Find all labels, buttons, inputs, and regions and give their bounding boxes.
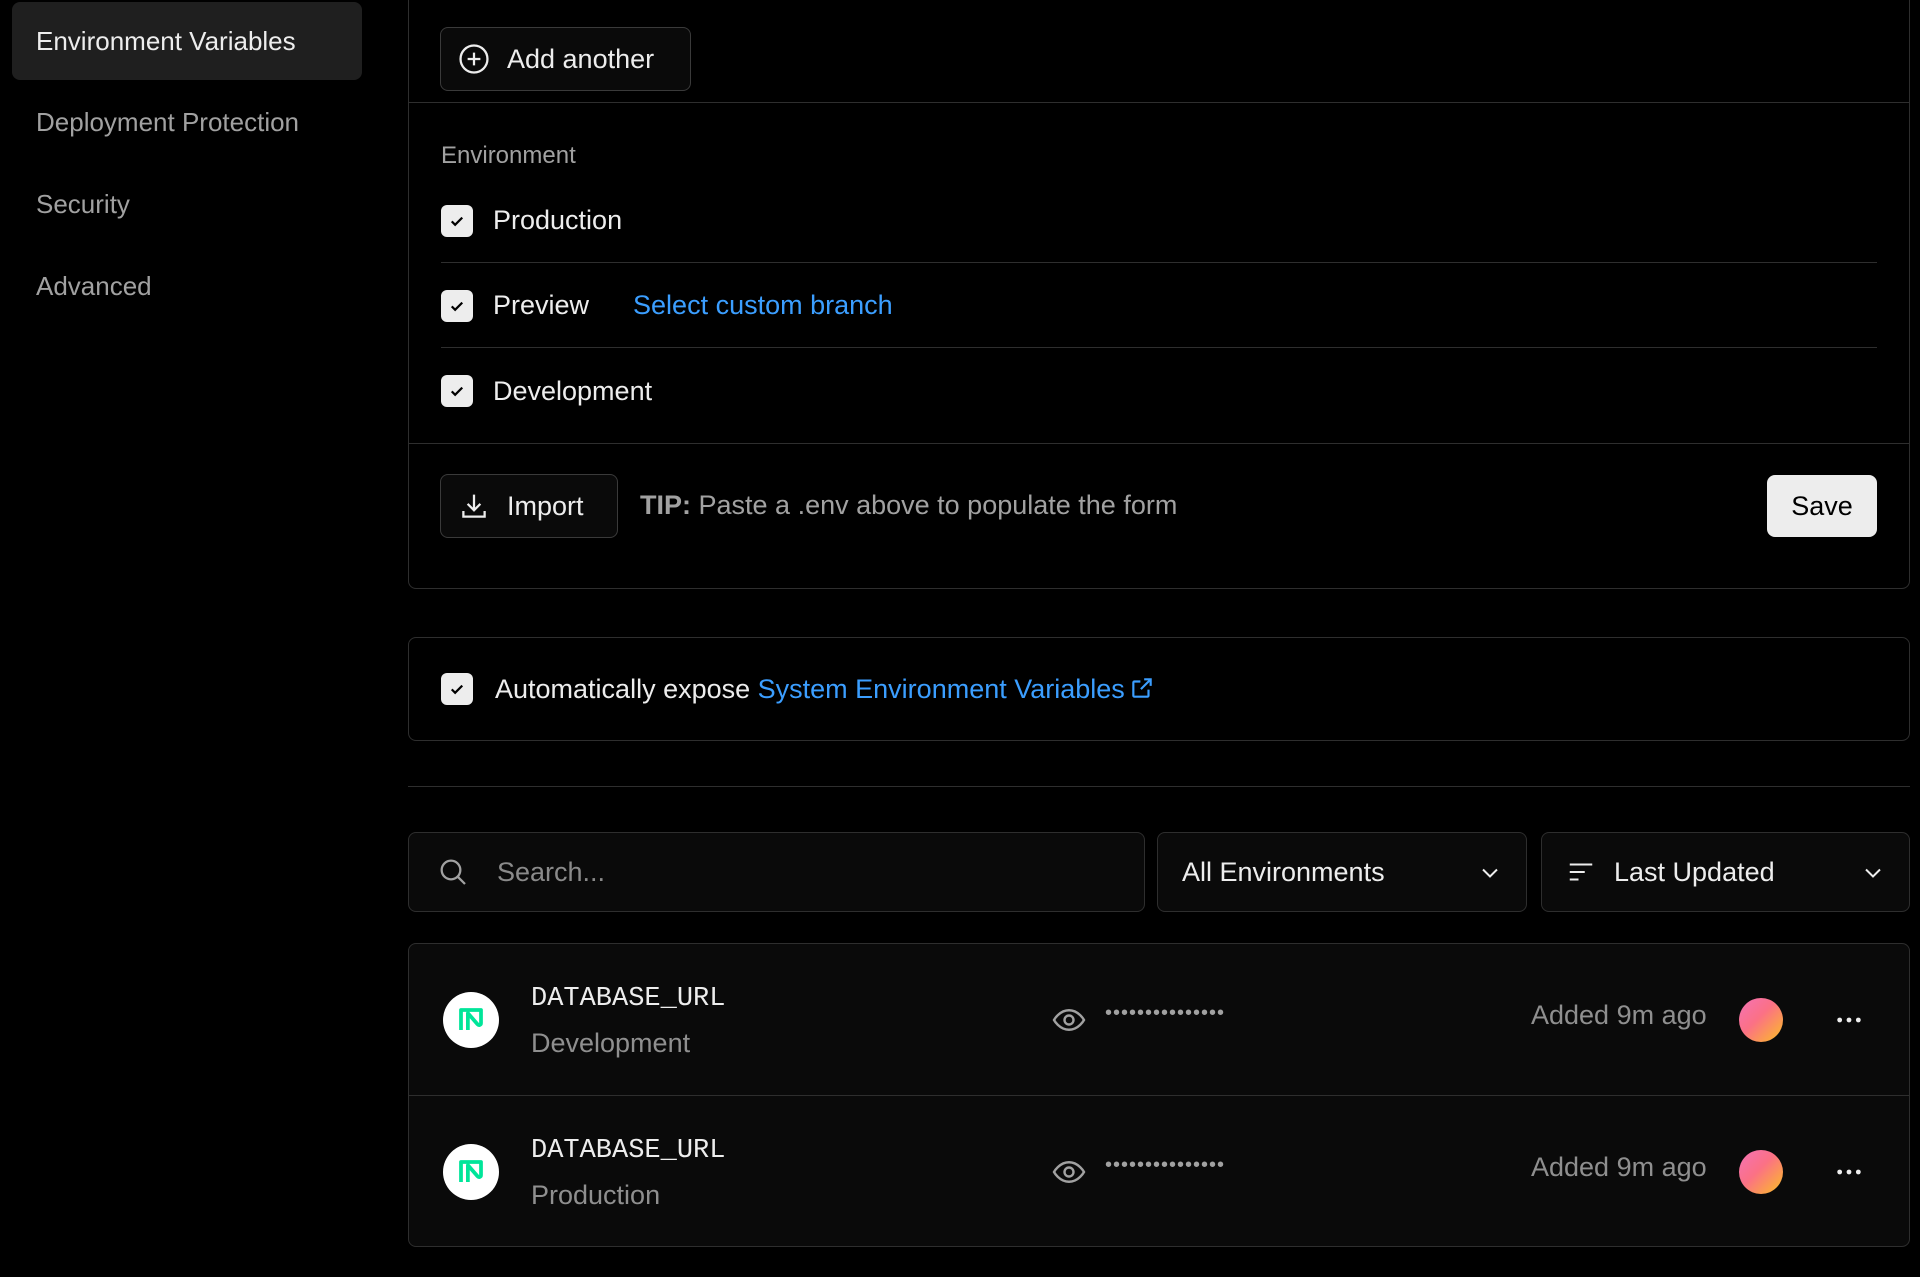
avatar [1739, 998, 1783, 1042]
avatar [1739, 1150, 1783, 1194]
plus-circle-icon [459, 44, 489, 74]
env-variable-list: DATABASE_URL Development •••••••••••••••… [408, 943, 1910, 1247]
divider [409, 443, 1909, 444]
environment-filter-value: All Environments [1182, 856, 1385, 887]
download-icon [462, 494, 486, 518]
production-checkbox[interactable] [441, 204, 473, 237]
added-time: Added 9m ago [1531, 1152, 1707, 1182]
system-env-vars-link[interactable]: System Environment Variables [758, 674, 1155, 704]
save-button[interactable]: Save [1767, 475, 1877, 537]
import-button[interactable]: Import [440, 474, 618, 538]
add-another-label: Add another [507, 43, 655, 74]
env-option-production: Production [441, 179, 1877, 263]
variable-environment: Production [531, 1180, 661, 1210]
sidebar-item-advanced[interactable]: Advanced [12, 246, 362, 326]
expose-system-env-card: Automatically expose System Environment … [408, 637, 1910, 741]
eye-icon[interactable] [1051, 1002, 1087, 1038]
variable-environment: Development [531, 1028, 691, 1058]
check-icon [450, 301, 464, 311]
variable-name: DATABASE_URL [531, 1136, 726, 1166]
variable-name: DATABASE_URL [531, 984, 726, 1014]
chevron-down-icon [1482, 868, 1498, 878]
chevron-down-icon [1865, 868, 1881, 878]
divider [408, 786, 1910, 787]
sort-lines-icon [1569, 863, 1593, 881]
external-link-icon [1132, 677, 1152, 698]
environment-filter-dropdown[interactable]: All Environments [1157, 832, 1527, 912]
added-time: Added 9m ago [1531, 1000, 1707, 1030]
production-label: Production [493, 205, 623, 235]
env-option-development: Development [441, 349, 1877, 433]
expose-text: Automatically expose System Environment … [495, 674, 1155, 705]
expose-prefix: Automatically expose [495, 673, 758, 704]
tip-prefix: TIP: [640, 490, 691, 520]
tip-text: TIP: Paste a .env above to populate the … [640, 490, 1177, 521]
table-row[interactable]: DATABASE_URL Development •••••••••••••••… [409, 944, 1909, 1095]
select-custom-branch-link[interactable]: Select custom branch [633, 290, 893, 321]
import-label: Import [507, 490, 584, 521]
masked-value: ••••••••••••••• [1105, 1154, 1226, 1176]
preview-checkbox[interactable] [441, 289, 473, 322]
add-another-button[interactable]: Add another [440, 27, 691, 91]
sidebar-item-environment-variables[interactable]: Environment Variables [12, 2, 362, 80]
key-value-inputs [440, 0, 1909, 5]
environment-label: Environment [441, 142, 576, 169]
sort-value: Last Updated [1614, 856, 1775, 887]
eye-icon[interactable] [1051, 1154, 1087, 1190]
tip-message: Paste a .env above to populate the form [691, 490, 1178, 520]
search-icon [440, 859, 466, 885]
table-row[interactable]: DATABASE_URL Production ••••••••••••••• … [409, 1095, 1909, 1246]
more-horizontal-icon [1837, 1169, 1861, 1175]
sort-dropdown[interactable]: Last Updated [1541, 832, 1910, 912]
preview-label: Preview [493, 290, 590, 320]
more-horizontal-icon [1837, 1017, 1861, 1023]
check-icon [450, 386, 464, 397]
sidebar-item-security[interactable]: Security [12, 164, 362, 244]
masked-value: ••••••••••••••• [1105, 1002, 1226, 1024]
search-box [408, 832, 1145, 912]
search-input[interactable] [497, 856, 1097, 888]
development-checkbox[interactable] [441, 375, 473, 407]
settings-sidebar: Environment Variables Deployment Protect… [12, 0, 362, 328]
check-icon [450, 216, 464, 226]
system-env-vars-link-label: System Environment Variables [757, 673, 1125, 704]
env-option-preview: Preview Select custom branch [441, 264, 1877, 348]
add-variable-form: Add another Environment Production Previ… [408, 0, 1910, 589]
row-menu-button[interactable] [1829, 1152, 1869, 1192]
neon-logo-icon [443, 992, 499, 1048]
neon-logo-icon [443, 1144, 499, 1200]
development-label: Development [493, 375, 653, 406]
check-icon [450, 684, 464, 695]
expose-system-env-checkbox[interactable] [441, 673, 473, 705]
sidebar-item-deployment-protection[interactable]: Deployment Protection [12, 82, 362, 162]
divider [409, 102, 1909, 103]
row-menu-button[interactable] [1829, 1000, 1869, 1040]
